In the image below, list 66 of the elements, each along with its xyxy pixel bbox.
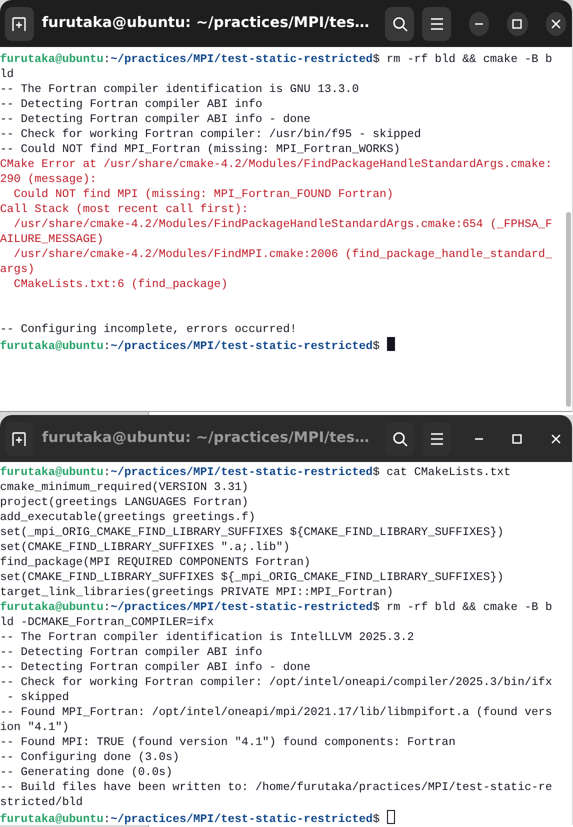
close-icon (550, 434, 561, 444)
terminal-line: CMake Error at /usr/share/cmake-4.2/Modules/FindPackageHandleStandardArgs.cmake: (0, 157, 552, 172)
maximize-icon (512, 18, 522, 28)
menu-icon (430, 432, 444, 444)
window-title: furutaka@ubuntu: ~/practices/MPI/tes… (42, 428, 370, 448)
terminal-line: /usr/share/cmake-4.2/Modules/FindPackageHandleStandardArgs.cmake:654 (_FPHSA_F (12, 217, 552, 232)
terminal-line: AILURE_MESSAGE) (0, 232, 104, 247)
close-icon (550, 18, 561, 28)
terminal-line: ld (0, 67, 14, 82)
terminal-line: ld -DCMAKE_Fortran_COMPILER=ifx (0, 615, 214, 630)
terminal-line: add_executable(greetings greetings.f) (0, 510, 256, 525)
terminal-line: set(CMAKE_FIND_LIBRARY_SUFFIXES ${_mpi_ORIG_CMAKE_FIND_LIBRARY_SUFFIXES}) (0, 570, 504, 585)
terminal-line: -- Detecting Fortran compiler ABI info - done (0, 660, 311, 675)
terminal-line: find_package(MPI REQUIRED COMPONENTS Fortran) (0, 555, 311, 570)
terminal-line: furutaka@ubuntu:~/practices/MPI/test-static-restricted$ (0, 337, 394, 352)
terminal-line: project(greetings LANGUAGES Fortran) (0, 495, 248, 510)
menu-button[interactable] (422, 422, 451, 456)
minimize-icon (474, 22, 484, 24)
minimize-button[interactable] (468, 12, 490, 36)
new-tab-button[interactable] (5, 6, 34, 40)
terminal-line: furutaka@ubuntu:~/practices/MPI/test-static-restricted$ cat CMakeLists.txt (0, 465, 511, 480)
terminal-line: -- Detecting Fortran compiler ABI info (0, 97, 262, 112)
maximize-icon (512, 434, 522, 444)
terminal-line: Could NOT find MPI (missing: MPI_Fortran_FOUND Fortran) (12, 187, 394, 202)
terminal-line: -- Configuring incomplete, errors occurred! (0, 322, 297, 337)
new-tab-icon (11, 430, 28, 446)
minimize-icon (474, 438, 484, 440)
terminal-line: /usr/share/cmake-4.2/Modules/FindMPI.cmake:2006 (find_package_handle_standard_ (12, 247, 552, 262)
terminal-line: -- Found MPI: TRUE (found version "4.1") found components: Fortran (0, 735, 456, 750)
terminal-line: -- Check for working Fortran compiler: /usr/bin/f95 - skipped (0, 127, 421, 142)
scrollbar[interactable] (566, 212, 571, 407)
terminal-line: -- The Fortran compiler identification is GNU 13.3.0 (0, 82, 359, 97)
terminal-line: -- Generating done (0.0s) (0, 765, 173, 780)
terminal-line: set(CMAKE_FIND_LIBRARY_SUFFIXES ".a;.lib") (0, 540, 290, 555)
terminal-line: 290 (message): (0, 172, 97, 187)
terminal-line: args) (0, 262, 35, 277)
new-tab-button[interactable] (5, 422, 34, 456)
search-icon (392, 16, 408, 32)
terminal-line: furutaka@ubuntu:~/practices/MPI/test-static-restricted$ rm -rf bld && cmake -B b (0, 52, 552, 67)
terminal-line: -- Found MPI_Fortran: /opt/intel/oneapi/mpi/2021.17/lib/libmpifort.a (found vers (0, 705, 552, 720)
terminal-line: CMakeLists.txt:6 (find_package) (12, 277, 228, 292)
terminal-line: -- Build files have been written to: /home/furutaka/practices/MPI/test-static-re (0, 780, 552, 795)
terminal-line: -- Could NOT find MPI_Fortran (missing: MPI_Fortran_WORKS) (0, 142, 400, 157)
terminal-line: -- Detecting Fortran compiler ABI info - done (0, 112, 311, 127)
terminal-line: ion "4.1") (0, 720, 70, 735)
terminal-line: -- Check for working Fortran compiler: /opt/intel/oneapi/compiler/2025.3/bin/ifx (0, 675, 552, 690)
new-tab-icon (11, 16, 28, 32)
search-button[interactable] (385, 6, 414, 40)
menu-button[interactable] (422, 6, 451, 40)
window-title: furutaka@ubuntu: ~/practices/MPI/tes… (42, 14, 370, 33)
search-icon (392, 430, 408, 446)
terminal-line: -- The Fortran compiler identification is IntelLLVM 2025.3.2 (0, 630, 414, 645)
terminal-line: furutaka@ubuntu:~/practices/MPI/test-static-restricted$ rm -rf bld && cmake -B b (0, 600, 552, 615)
terminal-line: -- Configuring done (3.0s) (0, 750, 180, 765)
menu-icon (430, 18, 444, 30)
terminal-line: cmake_minimum_required(VERSION 3.31) (0, 480, 248, 495)
maximize-button[interactable] (507, 12, 528, 36)
terminal-line: Call Stack (most recent call first): (0, 202, 248, 217)
terminal-line: set(_mpi_ORIG_CMAKE_FIND_LIBRARY_SUFFIXES ${CMAKE_FIND_LIBRARY_SUFFIXES}) (0, 525, 504, 540)
terminal-line: furutaka@ubuntu:~/practices/MPI/test-static-restricted$ (0, 810, 394, 825)
terminal-line: stricted/bld (0, 795, 83, 810)
terminal-line: - skipped (6, 690, 70, 705)
close-button[interactable] (546, 12, 566, 36)
terminal-line: target_link_libraries(greetings PRIVATE MPI::MPI_Fortran) (0, 585, 394, 600)
search-button[interactable] (385, 422, 414, 456)
terminal-line: -- Detecting Fortran compiler ABI info (0, 645, 262, 660)
